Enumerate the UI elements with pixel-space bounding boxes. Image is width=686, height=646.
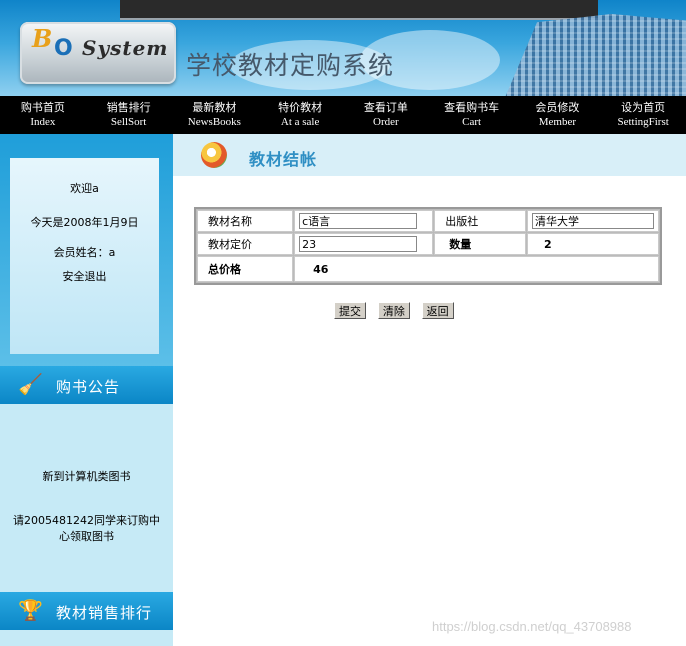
sidebar: 欢迎a 今天是2008年1月9日 会员姓名：a 安全退出 🧹 购书公告 新到计算… <box>0 134 173 646</box>
nav-item-settingfirst[interactable]: 设为首页 SettingFirst <box>600 96 686 134</box>
nav-item-sellsort[interactable]: 销售排行 SellSort <box>86 96 172 134</box>
book-name-input[interactable] <box>299 213 418 229</box>
logo: B O System <box>20 22 176 84</box>
price-cell <box>294 233 434 255</box>
nav-item-label: 购书首页 <box>20 101 65 114</box>
nav-item-order[interactable]: 查看订单 Order <box>343 96 429 134</box>
section-title: 教材结帐 <box>249 150 318 169</box>
nav-item-label: 设为首页 <box>621 101 666 114</box>
site-title: 学校教材定购系统 <box>186 51 395 80</box>
nav-item-sublabel: Member <box>538 116 576 128</box>
notice-header: 🧹 购书公告 <box>0 366 173 404</box>
logo-letter-o: O <box>54 36 73 61</box>
nav-item-label: 特价教材 <box>278 101 323 114</box>
nav-item-sublabel: Cart <box>462 116 482 128</box>
nav-item-sublabel: Order <box>373 116 399 128</box>
nav-item-member[interactable]: 会员修改 Member <box>515 96 601 134</box>
nav-item-sublabel: NewsBooks <box>187 116 241 128</box>
checkout-form: 教材名称 出版社 教材定价 数量 2 总价格 46 <box>194 207 662 285</box>
building-image-overlay <box>505 14 686 96</box>
price-input[interactable] <box>299 236 418 252</box>
nav-item-label: 查看订单 <box>363 101 408 114</box>
quantity-label: 数量 <box>434 233 526 255</box>
price-label: 教材定价 <box>197 233 294 255</box>
total-price-value: 46 <box>294 256 659 282</box>
nav-item-sublabel: SettingFirst <box>617 116 669 128</box>
notice-item[interactable]: 请2005481242同学来订购中心领取图书 <box>0 512 173 544</box>
ranking-title: 教材销售排行 <box>56 604 153 622</box>
logout-link[interactable]: 安全退出 <box>10 268 159 284</box>
logo-system-text: System <box>82 36 169 60</box>
form-row: 教材名称 出版社 <box>197 210 659 232</box>
nav-item-cart[interactable]: 查看购书车 Cart <box>429 96 515 134</box>
nav-item-newsbooks[interactable]: 最新教材 NewsBooks <box>172 96 258 134</box>
book-name-label: 教材名称 <box>197 210 294 232</box>
welcome-box: 欢迎a 今天是2008年1月9日 会员姓名：a 安全退出 <box>10 158 159 354</box>
form-buttons: 提交 清除 返回 <box>334 302 462 319</box>
main-nav: 购书首页 Index 销售排行 SellSort 最新教材 NewsBooks … <box>0 96 686 134</box>
form-row: 总价格 46 <box>197 256 659 282</box>
nav-item-label: 销售排行 <box>106 101 151 114</box>
ranking-header: 🏆 教材销售排行 <box>0 592 173 630</box>
clear-button[interactable]: 清除 <box>377 302 410 319</box>
welcome-text: 欢迎a <box>70 182 99 195</box>
broom-icon: 🧹 <box>18 372 43 396</box>
publisher-cell <box>527 210 659 232</box>
palette-icon <box>201 142 227 168</box>
watermark-text: https://blog.csdn.net/qq_43708988 <box>432 619 632 634</box>
nav-item-label: 会员修改 <box>535 101 580 114</box>
nav-item-sale[interactable]: 特价教材 At a sale <box>257 96 343 134</box>
member-name: 会员姓名：a <box>53 246 116 259</box>
nav-item-label: 查看购书车 <box>444 101 500 114</box>
nav-item-index[interactable]: 购书首页 Index <box>0 96 86 134</box>
back-button[interactable]: 返回 <box>421 302 454 319</box>
user-panel: 欢迎a 今天是2008年1月9日 会员姓名：a 安全退出 <box>0 134 173 366</box>
total-price-label: 总价格 <box>197 256 294 282</box>
nav-item-sublabel: SellSort <box>110 116 147 128</box>
form-row: 教材定价 数量 2 <box>197 233 659 255</box>
nav-item-label: 最新教材 <box>192 101 237 114</box>
banner-top-bar <box>120 0 598 20</box>
date-text: 今天是2008年1月9日 <box>30 216 139 229</box>
quantity-value: 2 <box>527 233 659 255</box>
trophy-icon: 🏆 <box>18 598 43 622</box>
nav-item-sublabel: Index <box>30 116 56 128</box>
section-header: 教材结帐 <box>173 134 686 176</box>
notice-item[interactable]: 新到计算机类图书 <box>0 468 173 484</box>
logo-letter-b: B <box>32 24 53 53</box>
book-name-cell <box>294 210 434 232</box>
submit-button[interactable]: 提交 <box>334 302 366 319</box>
notice-title: 购书公告 <box>56 378 121 396</box>
nav-item-sublabel: At a sale <box>280 116 320 128</box>
header-banner: B O System 学校教材定购系统 <box>0 0 686 96</box>
publisher-label: 出版社 <box>434 210 526 232</box>
publisher-input[interactable] <box>532 213 654 229</box>
